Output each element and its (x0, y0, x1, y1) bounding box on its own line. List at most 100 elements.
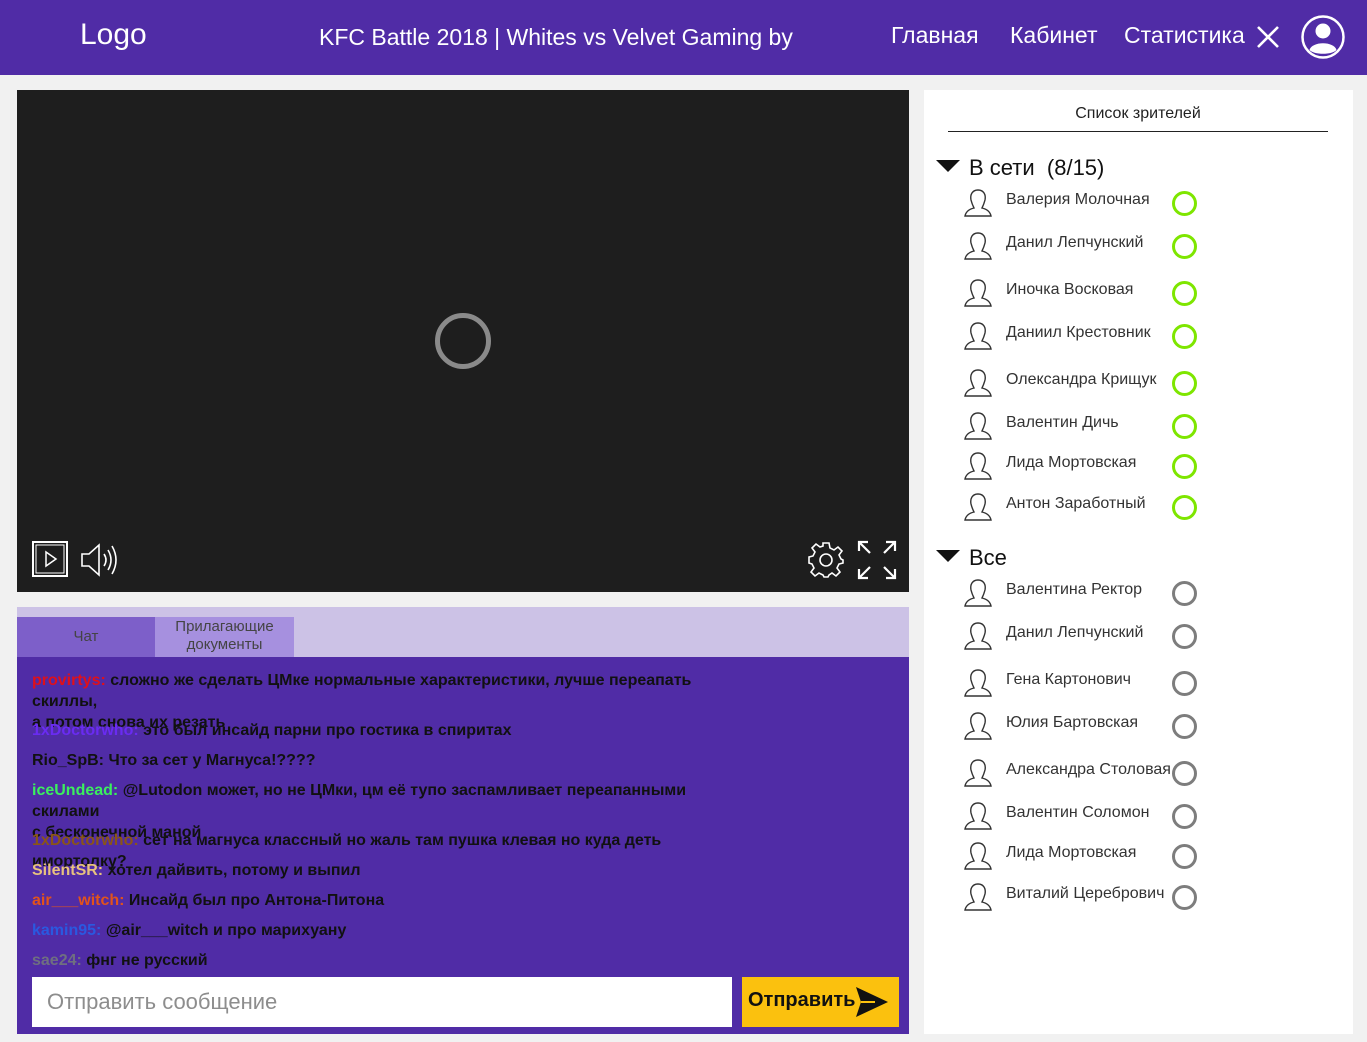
viewer-row[interactable]: Александра Столовая (964, 758, 1204, 788)
offline-status-icon (1172, 844, 1197, 869)
chat-username[interactable]: air___witch: (32, 892, 124, 909)
video-player[interactable] (17, 90, 909, 592)
viewer-row[interactable]: Валентин Дичь (964, 411, 1204, 441)
chat-tabs: Чат Прилагающие документы (17, 607, 909, 657)
person-icon (964, 842, 992, 870)
loading-spinner-icon (435, 313, 491, 369)
viewer-name: Иночка Восковая (1006, 281, 1134, 298)
viewer-row[interactable]: Лида Мортовская (964, 841, 1204, 871)
logo[interactable]: Logo (80, 18, 147, 52)
viewer-name: Валентин Соломон (1006, 804, 1150, 821)
chat-text: @Lutodon может, но не ЦМки, цм её тупо з… (32, 782, 687, 820)
viewer-row[interactable]: Юлия Бартовская (964, 711, 1204, 741)
viewers-panel: Список зрителей В сети (8/15) Валерия Мо… (924, 90, 1353, 1034)
user-avatar-icon[interactable] (1301, 15, 1345, 59)
viewer-row[interactable]: Гена Картонович (964, 668, 1204, 698)
viewer-name: Валерия Молочная (1006, 191, 1150, 208)
chat-username[interactable]: 1xDoctorwho: (32, 722, 139, 739)
fullscreen-icon[interactable] (857, 540, 897, 580)
top-bar: Logo KFC Battle 2018 | Whites vs Velvet … (0, 0, 1367, 75)
chat-message: SilentSR: хотел дайвить, потому и выпил (32, 860, 752, 881)
person-icon (964, 189, 992, 217)
chat-username[interactable]: Rio_SpB: (32, 752, 104, 769)
viewer-row[interactable]: Валентин Соломон (964, 801, 1204, 831)
tab-documents-label-2: документы (186, 636, 263, 653)
viewer-row[interactable]: Олександра Крищук (964, 368, 1204, 398)
person-icon (964, 279, 992, 307)
nav-main[interactable]: Главная (891, 22, 979, 49)
person-icon (964, 452, 992, 480)
stream-title: KFC Battle 2018 | Whites vs Velvet Gamin… (319, 24, 793, 50)
online-status-icon (1172, 454, 1197, 479)
online-status-icon (1172, 371, 1197, 396)
viewer-row[interactable]: Данил Лепчунский (964, 621, 1204, 651)
group-all-toggle[interactable]: Все (936, 545, 1007, 571)
chat-username[interactable]: SilentSR: (32, 862, 103, 879)
viewer-row[interactable]: Иночка Восковая (964, 278, 1204, 308)
tab-documents[interactable]: Прилагающие документы (155, 617, 294, 657)
chat-message: air___witch: Инсайд был про Антона-Питон… (32, 890, 752, 911)
chat-text: хотел дайвить, потому и выпил (103, 862, 361, 879)
viewer-row[interactable]: Валентина Ректор (964, 578, 1204, 608)
person-icon (964, 712, 992, 740)
send-button-label: Отправить (748, 989, 856, 1011)
viewer-row[interactable]: Даниил Крестовник (964, 321, 1204, 351)
volume-icon[interactable] (80, 542, 120, 578)
chat-text: это был инсайд парни про гостика в спири… (138, 722, 512, 739)
person-icon (964, 883, 992, 911)
offline-status-icon (1172, 714, 1197, 739)
viewer-row[interactable]: Данил Лепчунский (964, 231, 1204, 261)
offline-status-icon (1172, 624, 1197, 649)
group-online-toggle[interactable]: В сети (8/15) (936, 155, 1104, 181)
person-icon (964, 802, 992, 830)
online-status-icon (1172, 281, 1197, 306)
viewer-name: Лида Мортовская (1006, 844, 1137, 861)
nav-statistics[interactable]: Статистика (1124, 22, 1245, 49)
group-online-label: В сети (969, 155, 1035, 180)
viewer-name: Данил Лепчунский (1006, 624, 1144, 641)
viewer-name: Лида Мортовская (1006, 454, 1137, 471)
chat-text: Что за сет у Магнуса!???? (104, 752, 316, 769)
person-icon (964, 493, 992, 521)
send-button[interactable]: Отправить (742, 977, 899, 1027)
viewer-row[interactable]: Антон Заработный (964, 492, 1204, 522)
chat-message: Rio_SpB: Что за сет у Магнуса!???? (32, 750, 752, 771)
offline-status-icon (1172, 671, 1197, 696)
tab-documents-label: Прилагающие (175, 618, 274, 635)
message-input[interactable] (32, 977, 732, 1027)
chat-username[interactable]: kamin95: (32, 922, 101, 939)
group-all-label: Все (969, 545, 1007, 570)
play-icon[interactable] (32, 541, 68, 577)
person-icon (964, 669, 992, 697)
online-status-icon (1172, 414, 1197, 439)
close-icon[interactable] (1256, 25, 1280, 49)
chat-username[interactable]: sae24: (32, 952, 82, 969)
viewer-name: Александра Столовая (1006, 761, 1171, 778)
person-icon (964, 369, 992, 397)
chat-text: сложно же сделать ЦМке нормальные характ… (32, 672, 692, 710)
chat-username[interactable]: 1xDoctorwho: (32, 832, 139, 849)
person-icon (964, 579, 992, 607)
person-icon (964, 412, 992, 440)
offline-status-icon (1172, 581, 1197, 606)
viewer-name: Данил Лепчунский (1006, 234, 1144, 251)
online-status-icon (1172, 324, 1197, 349)
offline-status-icon (1172, 761, 1197, 786)
viewers-title: Список зрителей (948, 105, 1328, 132)
viewer-name: Олександра Крищук (1006, 371, 1157, 388)
chat-username[interactable]: iceUndead: (32, 782, 118, 799)
settings-gear-icon[interactable] (807, 541, 845, 579)
chat-username[interactable]: provirtys: (32, 672, 106, 689)
person-icon (964, 232, 992, 260)
viewer-row[interactable]: Виталий Церебрович (964, 882, 1204, 912)
tab-chat[interactable]: Чат (17, 617, 155, 657)
nav-cabinet[interactable]: Кабинет (1010, 22, 1097, 49)
person-icon (964, 322, 992, 350)
chat-text: @air___witch и про марихуану (101, 922, 347, 939)
offline-status-icon (1172, 804, 1197, 829)
viewer-name: Юлия Бартовская (1006, 714, 1139, 731)
collapse-triangle-icon (936, 550, 960, 563)
viewer-name: Виталий Церебрович (1006, 885, 1165, 902)
viewer-row[interactable]: Валерия Молочная (964, 188, 1204, 218)
viewer-row[interactable]: Лида Мортовская (964, 451, 1204, 481)
